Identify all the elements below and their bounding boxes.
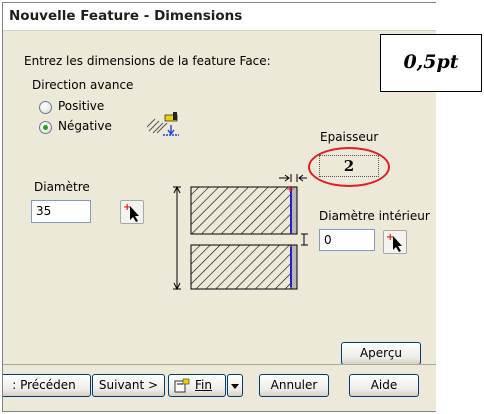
- diametre-interieur-label: Diamètre intérieur: [319, 209, 430, 223]
- pick-arrow-icon: +: [386, 232, 402, 252]
- chevron-down-icon: [231, 384, 239, 389]
- fin-label: Fin: [195, 378, 212, 392]
- precedent-button[interactable]: : Précéden: [3, 374, 91, 397]
- fin-button[interactable]: Fin: [168, 374, 226, 397]
- window-title: Nouvelle Feature - Dimensions: [9, 8, 243, 24]
- radio-negative-label[interactable]: Négative: [58, 119, 112, 133]
- suivant-button[interactable]: Suivant >: [92, 374, 165, 397]
- pick-arrow-icon: +: [123, 202, 139, 222]
- direction-label: Direction avance: [32, 78, 134, 92]
- radio-positive[interactable]: [39, 101, 52, 114]
- aide-button[interactable]: Aide: [349, 374, 419, 397]
- diametre-interieur-input[interactable]: 0: [319, 229, 375, 251]
- diametre-label: Diamètre: [34, 180, 90, 194]
- epaisseur-label: Epaisseur: [320, 130, 379, 144]
- radio-negative[interactable]: [39, 121, 52, 134]
- radio-positive-label[interactable]: Positive: [58, 99, 104, 113]
- apercu-button[interactable]: Aperçu: [341, 342, 421, 365]
- finish-flag-icon: [174, 378, 190, 393]
- section-diagram: +: [173, 174, 308, 291]
- annuler-button[interactable]: Annuler: [259, 374, 329, 397]
- instructions-text: Entrez les dimensions de la feature Face…: [24, 54, 271, 68]
- annotation-note: 0,5pt: [380, 34, 482, 92]
- title-bar[interactable]: Nouvelle Feature - Dimensions: [3, 3, 436, 31]
- diametre-input[interactable]: 35: [31, 200, 91, 223]
- button-divider: [3, 364, 436, 365]
- svg-text:+: +: [286, 184, 294, 195]
- epaisseur-input[interactable]: 2: [319, 155, 379, 177]
- diametre-interieur-pick-button[interactable]: +: [383, 230, 407, 254]
- diametre-pick-button[interactable]: +: [120, 200, 144, 224]
- cutting-tool-icon: [147, 112, 179, 136]
- fin-dropdown-button[interactable]: [227, 374, 243, 397]
- dialog-window: Nouvelle Feature - Dimensions Entrez les…: [2, 2, 436, 412]
